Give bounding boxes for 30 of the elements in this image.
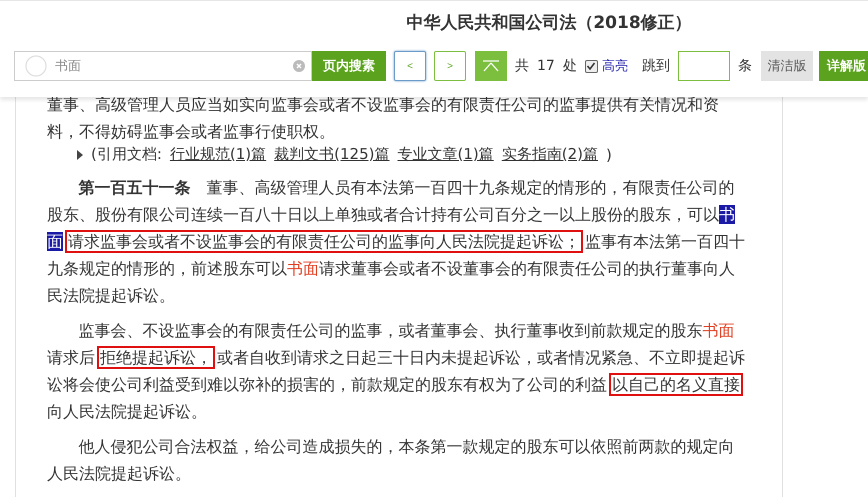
jump-label: 跳到 [642, 57, 670, 75]
version-button[interactable]: 详解版 [818, 51, 868, 81]
document-title: 中华人民共和国公司法（2018修正） [405, 12, 693, 35]
citation-link[interactable]: 实务指南(2)篇 [502, 145, 598, 164]
version-button[interactable]: 清洁版 [760, 51, 813, 81]
citation-link[interactable]: 裁判文书(125)篇 [274, 145, 390, 164]
highlight-checkbox[interactable] [584, 60, 598, 72]
top-icon [482, 60, 500, 72]
search-field[interactable]: 书面 [14, 51, 312, 81]
citation-link[interactable]: 专业文章(1)篇 [398, 145, 494, 164]
citation-link[interactable]: 行业规范(1)篇 [170, 145, 266, 164]
expand-triangle-icon[interactable] [77, 150, 83, 160]
previous-button[interactable]: < [394, 51, 426, 81]
match-count: 17 [537, 58, 555, 74]
highlight-label[interactable]: 高亮 [602, 57, 628, 75]
citation-label: (引用文档: [91, 145, 162, 164]
search-button[interactable]: 页内搜素 [312, 51, 386, 81]
jump-field[interactable] [678, 51, 730, 81]
search-icon [25, 55, 47, 77]
article-paragraph: 董事、高级管理人员应当如实向监事会或者不设监事会的有限责任公司的监事提供有关情况和资料，不得妨碍监事会或者监事行使职权。 [47, 94, 720, 143]
jump-suffix: 条 [738, 57, 752, 75]
clear-icon[interactable] [293, 60, 305, 72]
article-paragraph: 监事会、不设监事会的有限责任公司的监事，或者董事会、执行董事收到前款规定的股东书面 请求后 拒绝提起诉讼， 或者自收到请求之日起三十日内未提起诉讼，或者情况紧急、不立即提起诉讼将会使公司利益受到难以弥补的损害的，前款规定的股东有权为了公司的利益 以自己的名义直接 向人民法院提起诉讼。 [47, 320, 746, 423]
next-button[interactable]: > [434, 51, 466, 81]
top-button[interactable] [475, 51, 507, 81]
article-paragraph: 他人侵犯公司合法权益，给公司造成损失的，本条第一款规定的股东可以依照前两款的规定向人民法院提起诉讼。 [47, 436, 736, 485]
count-suffix: 处 [562, 57, 577, 75]
article-paragraph: 第一百五十一条 董事、高级管理人员有本法第一百四十九条规定的情形的，有限责任公司的股东、股份有限公司连续一百八十日以上单独或者合计持有公司百分之一以上股份的股东，可以书面 请求监事会或者不设监事会的有限责任公司的监事向人民法院提起诉讼； 监事有本法第一百四十九条规定的情形的，前述股东可以书面请求董事会或者不设董事会的有限责任公司的执行董事向人民法院提起诉讼。 [47, 177, 746, 307]
citation-close: ) [606, 146, 612, 164]
count-prefix: 共 [515, 57, 529, 75]
